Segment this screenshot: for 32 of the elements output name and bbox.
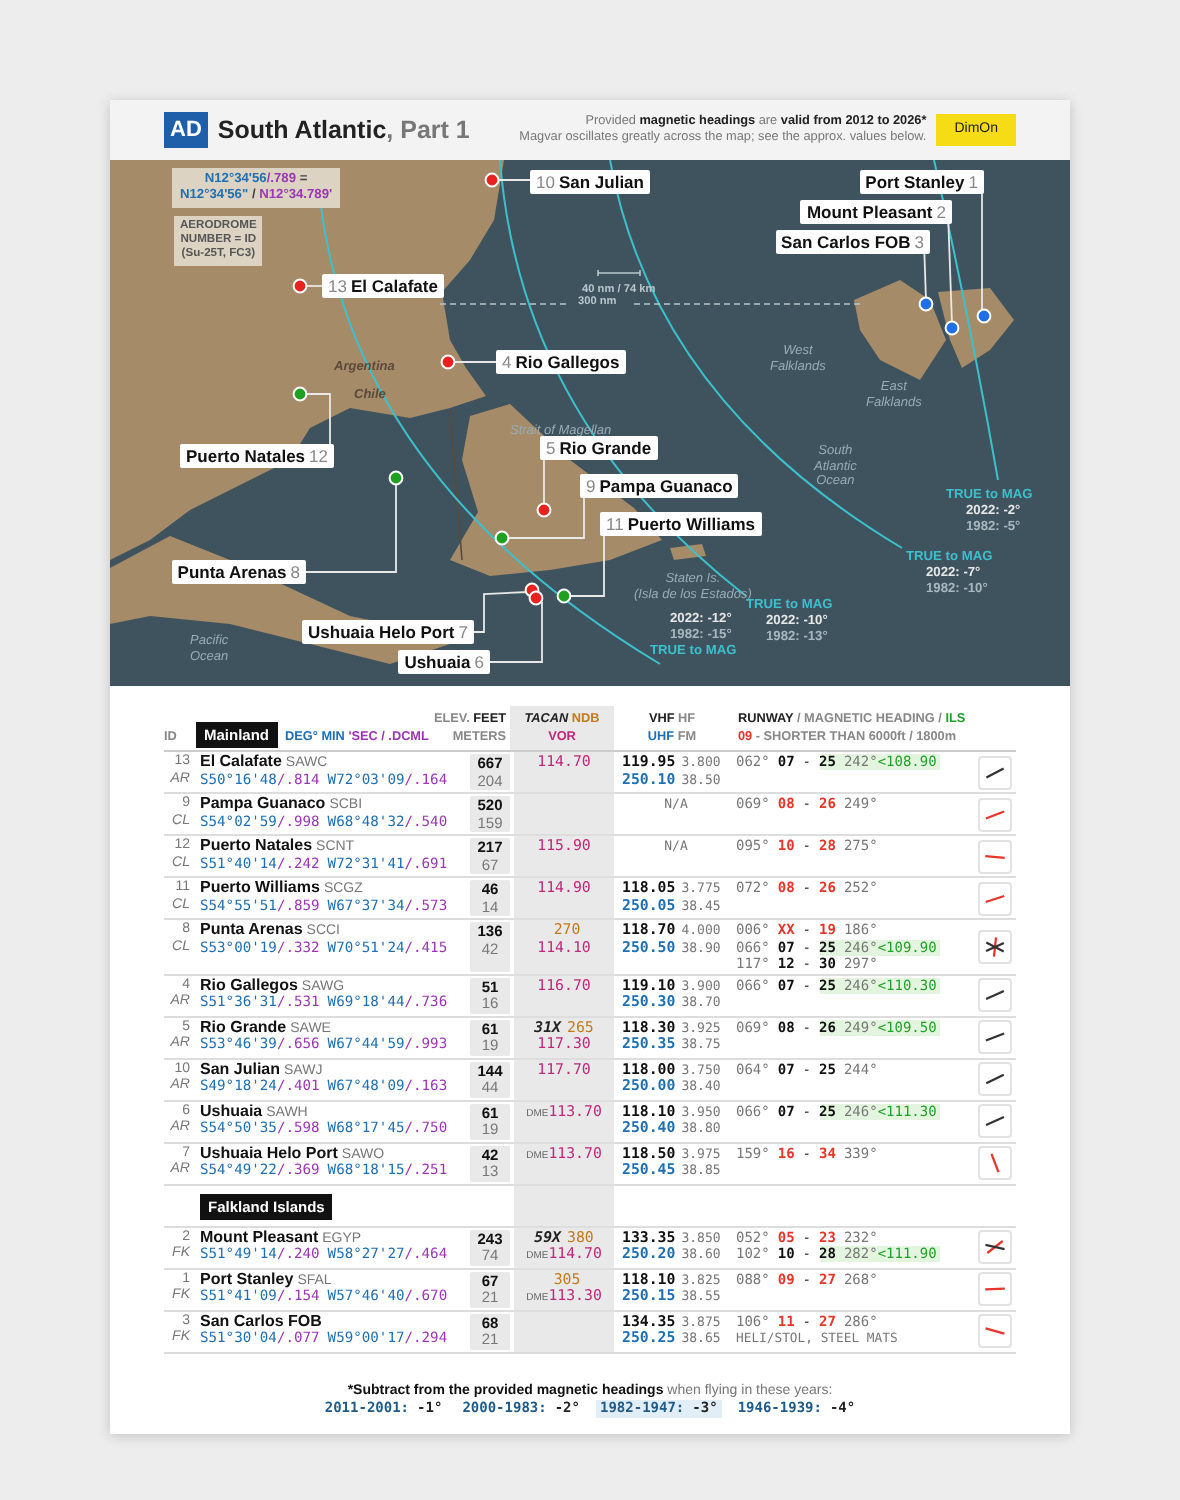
airfield-label: 10 San Julian <box>530 170 650 194</box>
airfield-label: Punta Arenas 8 <box>171 560 306 584</box>
airfield-label: Mount Pleasant 2 <box>800 200 952 224</box>
airfield-name: Port Stanley <box>200 1269 294 1287</box>
section-badge: AD <box>164 112 208 148</box>
airfield-name: San Carlos FOB <box>200 1311 322 1329</box>
airfield-label: 9 Pampa Guanaco <box>580 474 739 498</box>
scale-bar-icon <box>597 269 641 277</box>
airfield-name: Puerto Natales <box>200 836 313 854</box>
airfield-name: Rio Grande <box>200 1017 287 1035</box>
page-title: South Atlantic, Part 1 <box>217 121 470 139</box>
airfield-label: Puerto Natales 12 <box>180 444 334 468</box>
airfield-label: 5 Rio Grande <box>540 436 658 460</box>
airfield-label: 13 El Calafate <box>322 274 444 298</box>
airfield-label: Port Stanley 1 <box>859 170 984 194</box>
airfield-name: El Calafate <box>200 752 282 770</box>
airfield-name: Puerto Williams <box>200 878 320 896</box>
airfield-name: Pampa Guanaco <box>200 794 326 812</box>
airfield-label: San Carlos FOB 3 <box>775 230 930 254</box>
island-drawing <box>670 544 706 560</box>
airfield-name: Mount Pleasant <box>200 1227 319 1245</box>
airfield-name: Ushuaia <box>200 1101 263 1119</box>
airfield-name: Punta Arenas <box>200 920 303 938</box>
airfield-label: Ushuaia 6 <box>398 650 490 674</box>
airfield-name: San Julian <box>200 1059 281 1077</box>
airfield-label: 4 Rio Gallegos <box>496 350 626 374</box>
airfield-label: Ushuaia Helo Port 7 <box>302 620 474 644</box>
airfield-label: 11 Puerto Williams <box>600 512 762 536</box>
distance-line <box>439 303 567 305</box>
airfield-name: Rio Gallegos <box>200 975 298 993</box>
runway-diagram-icon <box>977 929 1011 964</box>
airfield-name: Ushuaia Helo Port <box>200 1143 338 1161</box>
